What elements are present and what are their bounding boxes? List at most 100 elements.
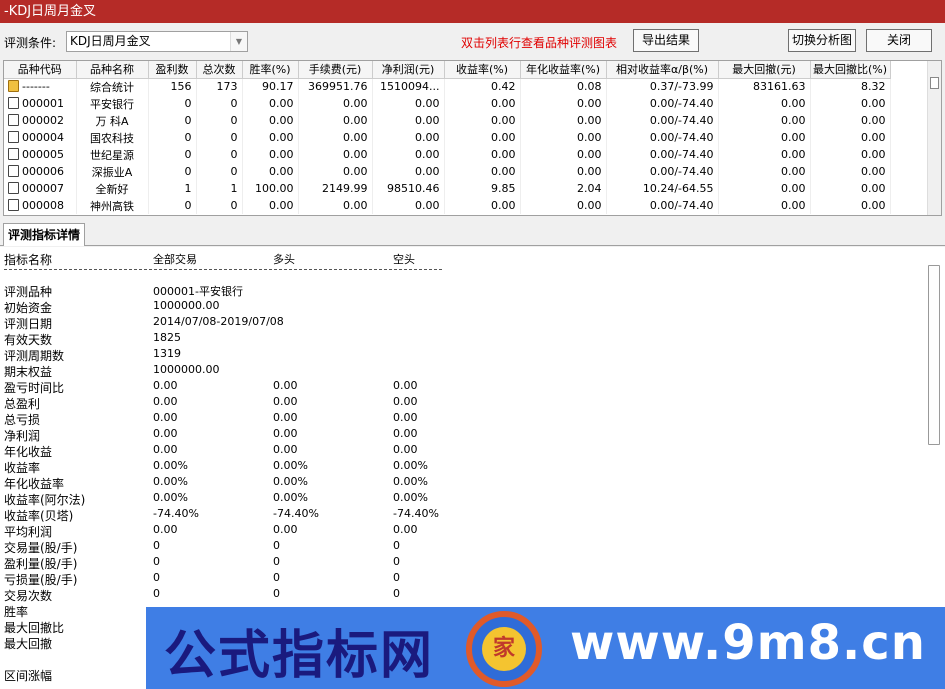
table-cell: 0 (196, 112, 243, 129)
export-button[interactable]: 导出结果 (633, 29, 699, 52)
table-cell: 0.00 (810, 197, 891, 214)
table-row[interactable]: 000001 平安银行 0 0 0.00 0.00 0.00 0.00 0.00 0.00/-74… (4, 95, 891, 112)
table-cell: 0 (196, 129, 243, 146)
table-cell: 000004 (4, 129, 77, 146)
column-header[interactable]: 手续费(元) (298, 61, 373, 79)
metric-value: 0 (393, 587, 400, 600)
column-header[interactable]: 品种名称 (76, 61, 149, 79)
column-header[interactable]: 收益率(%) (444, 61, 521, 79)
metric-value: -74.40% (153, 507, 199, 520)
table-cell: 000007 (4, 180, 77, 197)
code-text: 000006 (22, 165, 64, 178)
code-text: 000002 (22, 114, 64, 127)
metric-name: 评测品种 (4, 285, 53, 299)
table-cell: 0.00 (444, 197, 521, 214)
table-cell: 0.00 (298, 112, 373, 129)
code-text: 000008 (22, 199, 64, 212)
table-cell: 000006 (4, 163, 77, 180)
tab-metrics-detail[interactable]: 评测指标详情 (3, 223, 86, 246)
metric-name: 净利润 (4, 429, 41, 443)
table-cell: 0 (148, 129, 197, 146)
metric-value: 0.00 (393, 379, 418, 392)
metric-value: 0 (273, 539, 280, 552)
metric-value: 0.00% (273, 491, 308, 504)
column-header[interactable]: 胜率(%) (242, 61, 299, 79)
grid-scrollbar[interactable] (927, 61, 941, 215)
switch-chart-button[interactable]: 切换分析图 (788, 29, 856, 52)
table-cell: 0 (196, 197, 243, 214)
metric-name: 年化收益率 (4, 477, 65, 491)
detail-column-header: 指标名称 (4, 253, 53, 267)
metric-value: 0.00 (273, 379, 298, 392)
column-header[interactable]: 盈利数 (148, 61, 197, 79)
metric-value: 1000000.00 (153, 363, 220, 376)
table-cell: 0.00 (810, 146, 891, 163)
metric-value: 0.00% (393, 475, 428, 488)
document-icon (8, 114, 19, 126)
detail-scrollbar[interactable] (928, 265, 940, 445)
table-cell: 83161.63 (718, 78, 811, 95)
table-cell: 0.00 (298, 95, 373, 112)
table-cell: 0.00/-74.40 (606, 129, 719, 146)
table-row[interactable]: 000007 全新好 1 1 100.00 2149.99 98510.46 9.85 2.04… (4, 180, 891, 197)
code-text: 000007 (22, 182, 64, 195)
column-header[interactable]: 最大回撤比(%) (810, 61, 891, 79)
table-cell: 深振业A (76, 163, 149, 180)
metric-value: 0.00% (273, 459, 308, 472)
table-row[interactable]: 000005 世纪星源 0 0 0.00 0.00 0.00 0.00 0.00 0.00/-74… (4, 146, 891, 163)
metric-value: 0.00% (393, 491, 428, 504)
column-header[interactable]: 相对收益率α/β(%) (606, 61, 719, 79)
table-cell: 0.00 (298, 163, 373, 180)
metric-name: 初始资金 (4, 301, 53, 315)
metric-name: 交易次数 (4, 589, 53, 603)
condition-value: KDJ日周月金叉 (70, 34, 151, 48)
table-cell: 0.00 (372, 129, 445, 146)
grid-scroll-thumb[interactable] (930, 77, 939, 89)
metric-value: 0.00% (153, 491, 188, 504)
table-cell: 1510094... (372, 78, 445, 95)
table-row[interactable]: ------- 综合统计 156 173 90.17 369951.76 1510094..… (4, 78, 891, 95)
table-row[interactable]: 000004 国农科技 0 0 0.00 0.00 0.00 0.00 0.00 0.00/-74… (4, 129, 891, 146)
condition-select[interactable]: KDJ日周月金叉 ▼ (66, 31, 248, 52)
table-cell: 0.00 (242, 163, 299, 180)
table-cell: 1 (196, 180, 243, 197)
column-header[interactable]: 最大回撤(元) (718, 61, 811, 79)
table-row[interactable]: 000002 万 科A 0 0 0.00 0.00 0.00 0.00 0.00 0.00/-74… (4, 112, 891, 129)
metric-value: 1000000.00 (153, 299, 220, 312)
column-header[interactable]: 总次数 (196, 61, 243, 79)
column-header[interactable]: 品种代码 (4, 61, 77, 79)
summary-icon (8, 80, 19, 93)
table-row[interactable]: 000006 深振业A 0 0 0.00 0.00 0.00 0.00 0.00 0.00/-74… (4, 163, 891, 180)
table-cell: ------- (4, 78, 77, 95)
table-cell: 0 (148, 163, 197, 180)
metric-value: -74.40% (273, 507, 319, 520)
table-cell: 0.00 (718, 95, 811, 112)
metric-value: 2014/07/08-2019/07/08 (153, 315, 284, 328)
close-button[interactable]: 关闭 (866, 29, 932, 52)
metric-value: 0 (153, 571, 160, 584)
metric-value: 0.00 (273, 523, 298, 536)
metric-value: 0.00 (153, 395, 178, 408)
metric-value: 0 (393, 571, 400, 584)
column-header[interactable]: 年化收益率(%) (520, 61, 607, 79)
metric-name: 评测周期数 (4, 349, 65, 363)
metric-name: 最大回撤 (4, 637, 53, 651)
table-cell: 10.24/-64.55 (606, 180, 719, 197)
toolbar: 评测条件: KDJ日周月金叉 ▼ 双击列表行查看品种评测图表 导出结果 切换分析… (0, 23, 945, 59)
window-title: -KDJ日周月金叉 (0, 0, 945, 23)
metric-value: 0.00 (153, 523, 178, 536)
table-cell: 000008 (4, 197, 77, 214)
table-row[interactable]: 000008 神州高铁 0 0 0.00 0.00 0.00 0.00 0.00 0.00/-74… (4, 197, 891, 214)
document-icon (8, 148, 19, 160)
metric-value: 0.00 (393, 443, 418, 456)
table-cell: 0.00 (520, 129, 607, 146)
metric-value: 1825 (153, 331, 181, 344)
table-cell: 0.00 (242, 146, 299, 163)
table-cell: 1 (148, 180, 197, 197)
chevron-down-icon[interactable]: ▼ (230, 32, 247, 51)
column-header[interactable]: 净利润(元) (372, 61, 445, 79)
table-cell: 0.00/-74.40 (606, 163, 719, 180)
metric-value: 0.00% (273, 475, 308, 488)
metric-value: 0.00 (153, 427, 178, 440)
metric-value: 0.00 (153, 443, 178, 456)
